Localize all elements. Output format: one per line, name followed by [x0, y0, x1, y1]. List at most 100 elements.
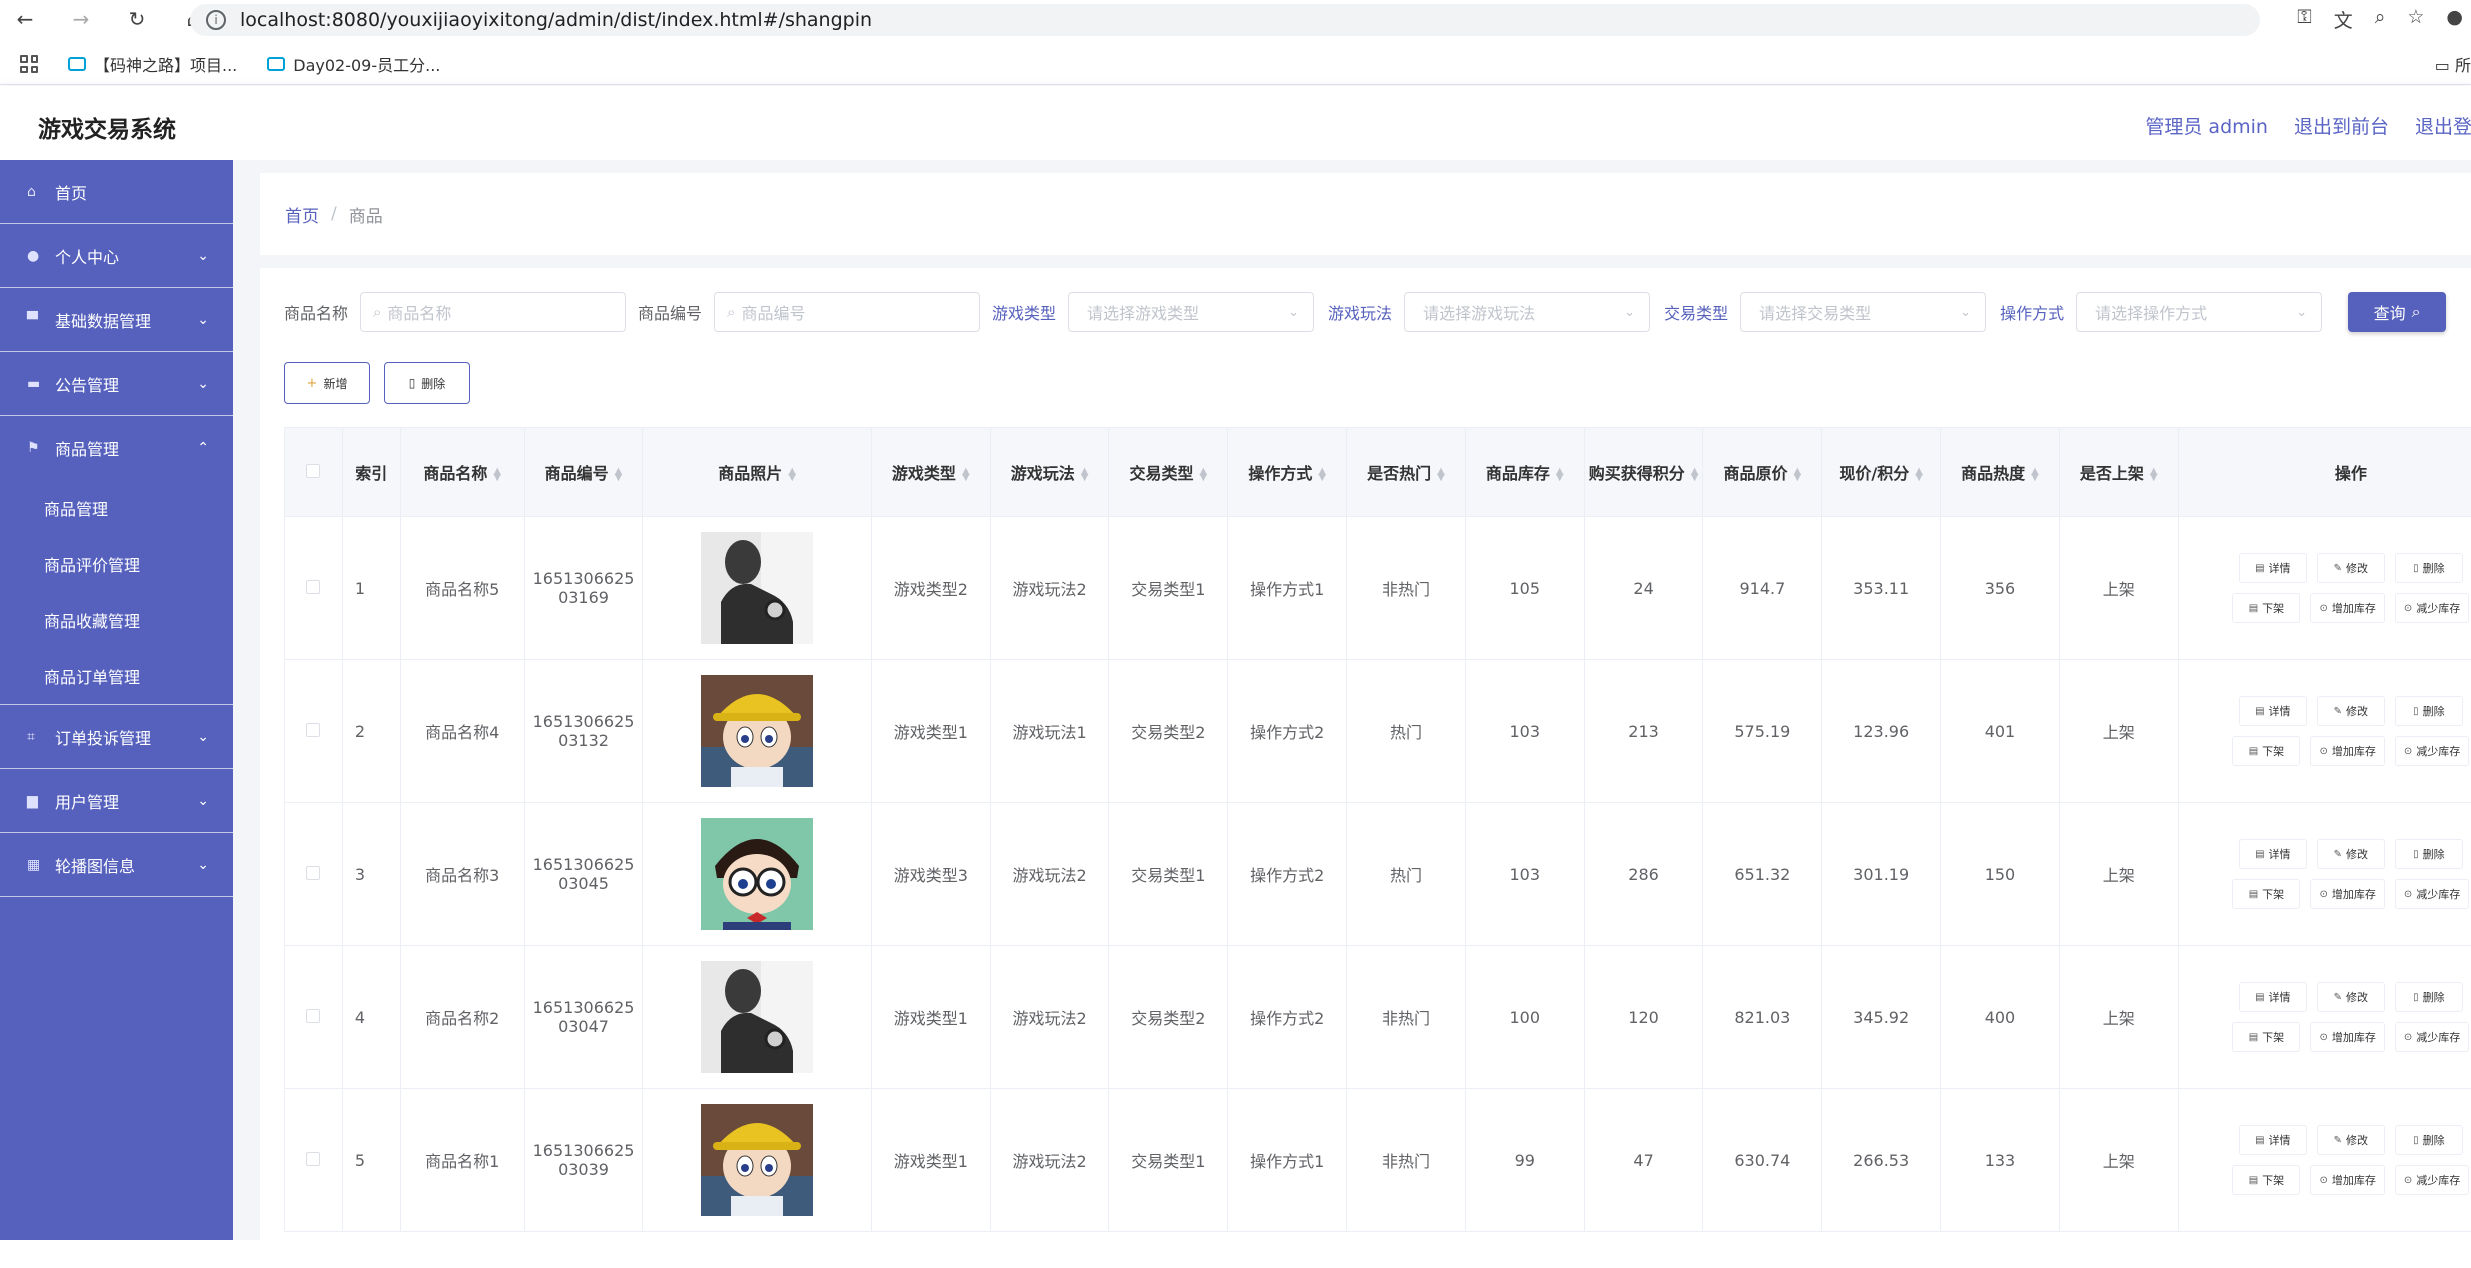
sidebar-subitem-goods-favorite[interactable]: 商品收藏管理: [0, 592, 233, 648]
product-photo[interactable]: [701, 961, 813, 1073]
sidebar-item-users[interactable]: ▆用户管理⌄: [0, 769, 233, 833]
op-select[interactable]: 请选择操作方式⌄: [2076, 292, 2322, 332]
col-header[interactable]: 是否上架▲▼: [2059, 428, 2178, 517]
decrease-stock-button[interactable]: ⊙减少库存: [2395, 1022, 2469, 1052]
sort-icon[interactable]: ▲▼: [615, 469, 623, 481]
sort-icon[interactable]: ▲▼: [1691, 469, 1699, 481]
star-icon[interactable]: ☆: [2407, 6, 2424, 33]
row-checkbox[interactable]: [306, 1009, 320, 1023]
sidebar-item-home[interactable]: ⌂首页: [0, 160, 233, 224]
col-header[interactable]: 商品名称▲▼: [400, 428, 524, 517]
col-header[interactable]: 商品编号▲▼: [524, 428, 643, 517]
col-header[interactable]: 商品原价▲▼: [1703, 428, 1822, 517]
add-button[interactable]: +新增: [284, 362, 370, 404]
bookmark-folder[interactable]: ▭ 所: [2435, 52, 2471, 76]
product-photo[interactable]: [701, 532, 813, 644]
sidebar-item-carousel[interactable]: ▦轮播图信息⌄: [0, 833, 233, 897]
info-icon[interactable]: i: [206, 10, 226, 30]
row-checkbox[interactable]: [306, 723, 320, 737]
increase-stock-button[interactable]: ⊙增加库存: [2310, 1022, 2384, 1052]
col-header[interactable]: 游戏类型▲▼: [871, 428, 990, 517]
select-all-checkbox[interactable]: [306, 464, 320, 478]
sort-icon[interactable]: ▲▼: [1318, 469, 1326, 481]
code-input[interactable]: ⌕商品编号: [714, 292, 980, 332]
col-header[interactable]: 是否热门▲▼: [1347, 428, 1466, 517]
offshelf-button[interactable]: ▤下架: [2232, 1022, 2300, 1052]
edit-button[interactable]: ✎修改: [2317, 553, 2385, 583]
zoom-icon[interactable]: ⌕: [2375, 6, 2386, 33]
edit-button[interactable]: ✎修改: [2317, 1125, 2385, 1155]
detail-button[interactable]: ▤详情: [2239, 1125, 2307, 1155]
forward-icon[interactable]: →: [68, 6, 94, 32]
sort-icon[interactable]: ▲▼: [1081, 469, 1089, 481]
delete-row-button[interactable]: ▯删除: [2395, 696, 2463, 726]
delete-row-button[interactable]: ▯删除: [2395, 1125, 2463, 1155]
increase-stock-button[interactable]: ⊙增加库存: [2310, 593, 2384, 623]
increase-stock-button[interactable]: ⊙增加库存: [2310, 736, 2384, 766]
sort-icon[interactable]: ▲▼: [1437, 469, 1445, 481]
detail-button[interactable]: ▤详情: [2239, 696, 2307, 726]
col-header[interactable]: 交易类型▲▼: [1109, 428, 1228, 517]
decrease-stock-button[interactable]: ⊙减少库存: [2395, 879, 2469, 909]
bookmark-item[interactable]: 【码神之路】项目...: [68, 52, 237, 76]
row-checkbox[interactable]: [306, 1152, 320, 1166]
edit-button[interactable]: ✎修改: [2317, 982, 2385, 1012]
address-bar[interactable]: i localhost:8080/youxijiaoyixitong/admin…: [190, 4, 2260, 36]
sidebar-item-basic-data[interactable]: ▀基础数据管理⌄: [0, 288, 233, 352]
offshelf-button[interactable]: ▤下架: [2232, 736, 2300, 766]
sidebar-subitem-goods[interactable]: 商品管理: [0, 480, 233, 536]
apps-grid-icon[interactable]: [20, 55, 38, 73]
product-photo[interactable]: [701, 675, 813, 787]
bookmark-item[interactable]: Day02-09-员工分...: [267, 52, 440, 76]
decrease-stock-button[interactable]: ⊙减少库存: [2395, 1165, 2469, 1195]
offshelf-button[interactable]: ▤下架: [2232, 593, 2300, 623]
name-input[interactable]: ⌕商品名称: [360, 292, 626, 332]
delete-row-button[interactable]: ▯删除: [2395, 839, 2463, 869]
decrease-stock-button[interactable]: ⊙减少库存: [2395, 736, 2469, 766]
profile-icon[interactable]: ●: [2446, 6, 2463, 33]
query-button[interactable]: 查询⌕: [2348, 292, 2446, 332]
edit-button[interactable]: ✎修改: [2317, 839, 2385, 869]
col-header[interactable]: 游戏玩法▲▼: [990, 428, 1109, 517]
sidebar-item-complaint[interactable]: ⌗订单投诉管理⌄: [0, 705, 233, 769]
sidebar-item-profile[interactable]: ●个人中心⌄: [0, 224, 233, 288]
col-header[interactable]: 操作方式▲▼: [1228, 428, 1347, 517]
key-icon[interactable]: ⚿: [2297, 6, 2311, 33]
sort-icon[interactable]: ▲▼: [962, 469, 970, 481]
current-user-link[interactable]: 管理员 admin: [2145, 112, 2268, 139]
delete-row-button[interactable]: ▯删除: [2395, 982, 2463, 1012]
sidebar-subitem-goods-order[interactable]: 商品订单管理: [0, 648, 233, 704]
sidebar-subitem-goods-review[interactable]: 商品评价管理: [0, 536, 233, 592]
trade-select[interactable]: 请选择交易类型⌄: [1740, 292, 1986, 332]
sort-icon[interactable]: ▲▼: [1556, 469, 1564, 481]
col-header[interactable]: 商品照片▲▼: [643, 428, 871, 517]
translate-icon[interactable]: 文: [2334, 6, 2353, 33]
col-header[interactable]: 商品热度▲▼: [1941, 428, 2060, 517]
offshelf-button[interactable]: ▤下架: [2232, 1165, 2300, 1195]
sidebar-item-goods[interactable]: ⚑商品管理⌃: [0, 416, 233, 480]
delete-button[interactable]: ▯删除: [384, 362, 470, 404]
sort-icon[interactable]: ▲▼: [1794, 469, 1802, 481]
row-checkbox[interactable]: [306, 866, 320, 880]
col-header[interactable]: 商品库存▲▼: [1465, 428, 1584, 517]
delete-row-button[interactable]: ▯删除: [2395, 553, 2463, 583]
offshelf-button[interactable]: ▤下架: [2232, 879, 2300, 909]
edit-button[interactable]: ✎修改: [2317, 696, 2385, 726]
back-icon[interactable]: ←: [12, 6, 38, 32]
sort-icon[interactable]: ▲▼: [788, 469, 796, 481]
type-select[interactable]: 请选择游戏类型⌄: [1068, 292, 1314, 332]
sort-icon[interactable]: ▲▼: [493, 469, 501, 481]
col-header[interactable]: 购买获得积分▲▼: [1584, 428, 1703, 517]
product-photo[interactable]: [701, 1104, 813, 1216]
detail-button[interactable]: ▤详情: [2239, 982, 2307, 1012]
logout-link[interactable]: 退出登录: [2415, 112, 2471, 139]
sort-icon[interactable]: ▲▼: [1915, 469, 1923, 481]
row-checkbox[interactable]: [306, 580, 320, 594]
increase-stock-button[interactable]: ⊙增加库存: [2310, 1165, 2384, 1195]
detail-button[interactable]: ▤详情: [2239, 839, 2307, 869]
reload-icon[interactable]: ↻: [124, 6, 150, 32]
sidebar-item-notice[interactable]: ▬公告管理⌄: [0, 352, 233, 416]
sort-icon[interactable]: ▲▼: [2150, 469, 2158, 481]
detail-button[interactable]: ▤详情: [2239, 553, 2307, 583]
to-front-link[interactable]: 退出到前台: [2294, 112, 2389, 139]
